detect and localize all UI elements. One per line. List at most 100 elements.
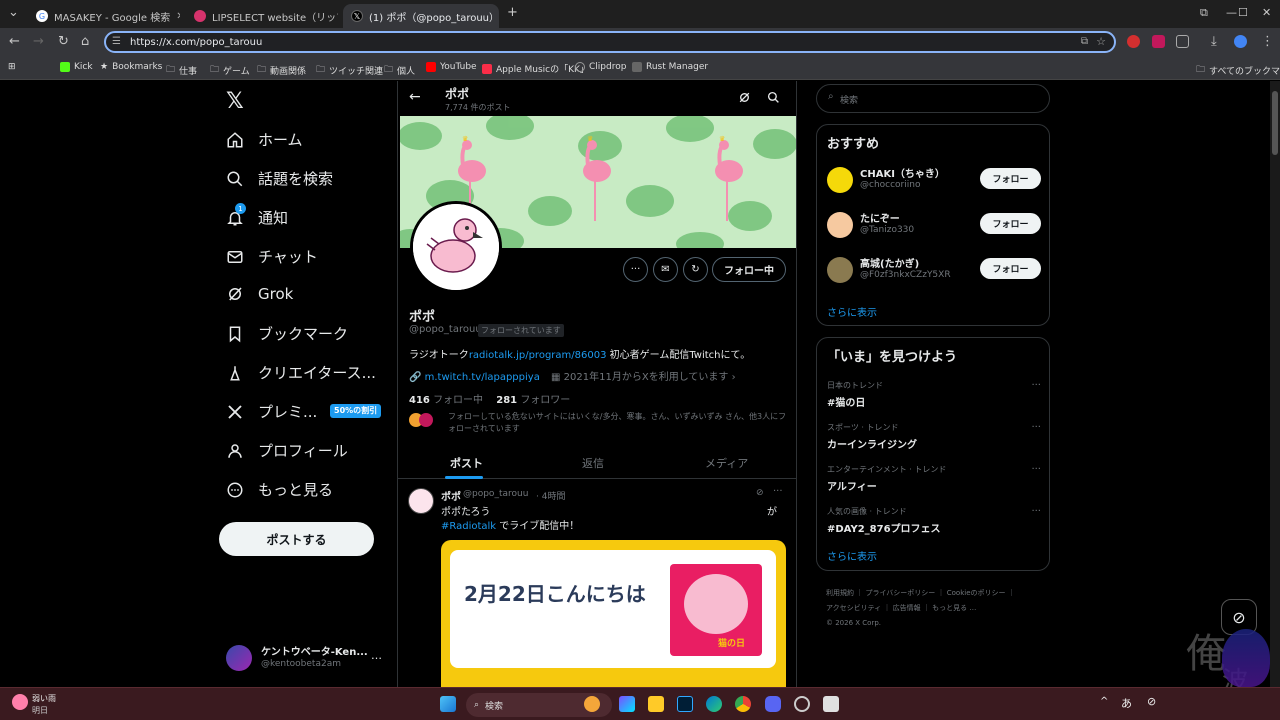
photoshop-icon[interactable] (677, 696, 693, 712)
search-box[interactable]: ⌕ 検索 (816, 84, 1050, 113)
post-more-icon[interactable]: ··· (773, 486, 783, 497)
back-arrow-icon[interactable]: ← (409, 89, 421, 105)
scrollbar-thumb[interactable] (1272, 91, 1278, 155)
post-media-card[interactable]: 2月22日こんにちは 猫の日 (441, 540, 786, 687)
cat-widget-icon[interactable] (584, 696, 600, 712)
nav-bookmarks[interactable]: ブックマーク (226, 323, 348, 344)
trend-more-icon[interactable]: ··· (1031, 506, 1041, 517)
back-icon[interactable]: ← (9, 34, 20, 49)
tab-replies[interactable]: 返信 (582, 455, 604, 471)
nav-creator-studio[interactable]: クリエイタース... (226, 362, 376, 383)
post-hashtag[interactable]: #Radiotalk (441, 521, 496, 532)
nav-grok[interactable]: Grok (226, 285, 293, 303)
address-bar[interactable]: ☰ https://x.com/popo_tarouu ⧉ ☆ (104, 31, 1116, 53)
follow-button[interactable]: フォロー (980, 213, 1041, 234)
chevron-up-icon[interactable]: ^ (1100, 696, 1108, 707)
nav-premium[interactable]: プレミ... (226, 401, 317, 422)
weather-icon[interactable] (12, 694, 28, 710)
bookmark-folder-video[interactable]: 🗀 動画関係 (257, 62, 306, 78)
account-switcher[interactable]: ケントウベータ-Ken... @kentoobeta2am … (226, 641, 386, 677)
following-button[interactable]: フォロー中 (712, 257, 786, 282)
maximize-button[interactable]: ☐ (1238, 6, 1248, 19)
bookmark-folder-work[interactable]: 🗀 仕事 (166, 62, 197, 78)
nav-more[interactable]: もっと見る (226, 479, 333, 500)
trend-more-icon[interactable]: ··· (1031, 422, 1041, 433)
trend-item[interactable]: 人気の画像 · トレンド #DAY2_876プロフェス ··· (827, 506, 1041, 535)
chrome-icon[interactable] (735, 696, 751, 712)
bookmark-kick[interactable]: Kick (60, 62, 93, 72)
account-more-icon[interactable]: … (371, 649, 382, 662)
tab-strip-icon[interactable]: ⧉ (1200, 6, 1208, 20)
close-window-button[interactable]: ✕ (1262, 6, 1271, 19)
nav-explore[interactable]: 話題を検索 (226, 168, 333, 189)
x-logo-icon[interactable]: 𝕏 (226, 89, 244, 114)
all-bookmarks[interactable]: 🗀すべてのブックマーク (1196, 62, 1280, 78)
discord-icon[interactable] (765, 696, 781, 712)
tab-media[interactable]: メディア (705, 455, 748, 471)
nav-profile[interactable]: プロフィール (226, 440, 348, 461)
mutual-followers[interactable]: フォローしている危ないサイトにはいくな/多分、寒事。さん、いずみいずみ さん、他… (409, 411, 789, 437)
profile-avatar-icon[interactable] (1234, 35, 1247, 48)
bookmark-folder-personal[interactable]: 🗀 個人 (384, 62, 415, 78)
ime-indicator[interactable]: あ (1121, 695, 1132, 711)
bookmark-youtube[interactable]: YouTube (426, 62, 477, 72)
extensions-puzzle-icon[interactable] (1176, 35, 1189, 48)
follow-button[interactable]: フォロー (980, 258, 1041, 279)
profile-avatar[interactable] (410, 201, 502, 293)
tab-search-icon[interactable]: ⌄ (8, 5, 19, 20)
search-icon[interactable] (767, 91, 780, 104)
forward-icon[interactable]: → (33, 34, 44, 49)
bookmark-apple-music[interactable]: Apple Musicの「KK」 (482, 62, 589, 75)
profile-website-link[interactable]: m.twitch.tv/lapapppiya (425, 372, 540, 383)
bio-link[interactable]: radiotalk.jp/program/86003 (469, 350, 607, 361)
bookmark-folder-games[interactable]: 🗀 ゲーム (210, 62, 250, 78)
post-button[interactable]: ポストする (219, 522, 374, 556)
following-link[interactable]: 416 フォロー中 (409, 395, 483, 406)
footer-line[interactable]: アクセシビリティ ｜ 広告情報 ｜ もっと見る … (826, 601, 1050, 616)
more-options-button[interactable]: ··· (623, 257, 648, 282)
home-icon[interactable]: ⌂ (81, 34, 89, 49)
nav-home[interactable]: ホーム (226, 129, 303, 150)
trend-more-icon[interactable]: ··· (1031, 380, 1041, 391)
message-button[interactable]: ✉ (653, 257, 678, 282)
followers-link[interactable]: 281 フォロワー (496, 395, 570, 406)
nav-chat[interactable]: チャット (226, 246, 318, 267)
tab-x-profile[interactable]: 𝕏 (1) ポポ（@popo_tarouu）さん ✕ (343, 4, 499, 28)
nav-notifications[interactable]: 通知 1 (226, 203, 288, 228)
new-tab-button[interactable]: + (507, 5, 518, 20)
sync-icon[interactable]: ⊘ (1147, 695, 1156, 708)
search-input[interactable]: 検索 (840, 93, 858, 106)
start-icon[interactable] (440, 696, 456, 712)
recommend-user[interactable]: 高城(たかぎ) @F0zf3nkxCZzY5XR フォロー (827, 253, 1041, 289)
download-icon[interactable]: ⤓ (1211, 34, 1217, 49)
recommend-user[interactable]: たにぞー @Tanizo330 フォロー (827, 208, 1041, 244)
apps-grid-icon[interactable]: ⊞ (8, 62, 16, 72)
bookmark-bookmarks[interactable]: ★ Bookmarks (100, 62, 162, 72)
grok-icon[interactable] (738, 91, 751, 104)
bookmark-folder-twitch[interactable]: 🗀 ツイッチ関連 (316, 62, 383, 78)
recommend-show-more[interactable]: さらに表示 (827, 304, 877, 319)
extension-pink-icon[interactable] (1152, 35, 1165, 48)
site-info-icon[interactable]: ☰ (112, 36, 121, 47)
reload-icon[interactable]: ↻ (58, 34, 69, 49)
github-icon[interactable] (794, 696, 810, 712)
grok-icon[interactable]: ⊘ (756, 488, 764, 498)
install-icon[interactable]: ⧉ (1081, 36, 1088, 47)
copilot-icon[interactable] (619, 696, 635, 712)
bookmark-rust-manager[interactable]: Rust Manager (632, 62, 708, 72)
trend-item[interactable]: スポーツ · トレンド カーインライジング ··· (827, 422, 1041, 451)
close-tab-icon[interactable]: ✕ (176, 11, 180, 22)
tab-google-search[interactable]: G MASAKEY - Google 検索 ✕ (28, 4, 180, 28)
recommend-user[interactable]: CHAKI（ちゃき） @choccoriino フォロー (827, 163, 1041, 199)
minimize-button[interactable]: — (1226, 6, 1237, 19)
subscribe-notify-button[interactable]: ↻ (683, 257, 708, 282)
trends-show-more[interactable]: さらに表示 (827, 548, 877, 563)
menu-icon[interactable]: ⋮ (1261, 34, 1274, 49)
follow-button[interactable]: フォロー (980, 168, 1041, 189)
star-icon[interactable]: ☆ (1096, 35, 1106, 48)
trend-item[interactable]: 日本のトレンド #猫の日 ··· (827, 380, 1041, 409)
file-explorer-icon[interactable] (648, 696, 664, 712)
trend-more-icon[interactable]: ··· (1031, 464, 1041, 475)
trend-item[interactable]: エンターテインメント · トレンド アルフィー ··· (827, 464, 1041, 493)
post-item[interactable]: ポポ @popo_tarouu · 4時間 ⊘ ··· ポポたろう が #Rad… (398, 480, 796, 687)
